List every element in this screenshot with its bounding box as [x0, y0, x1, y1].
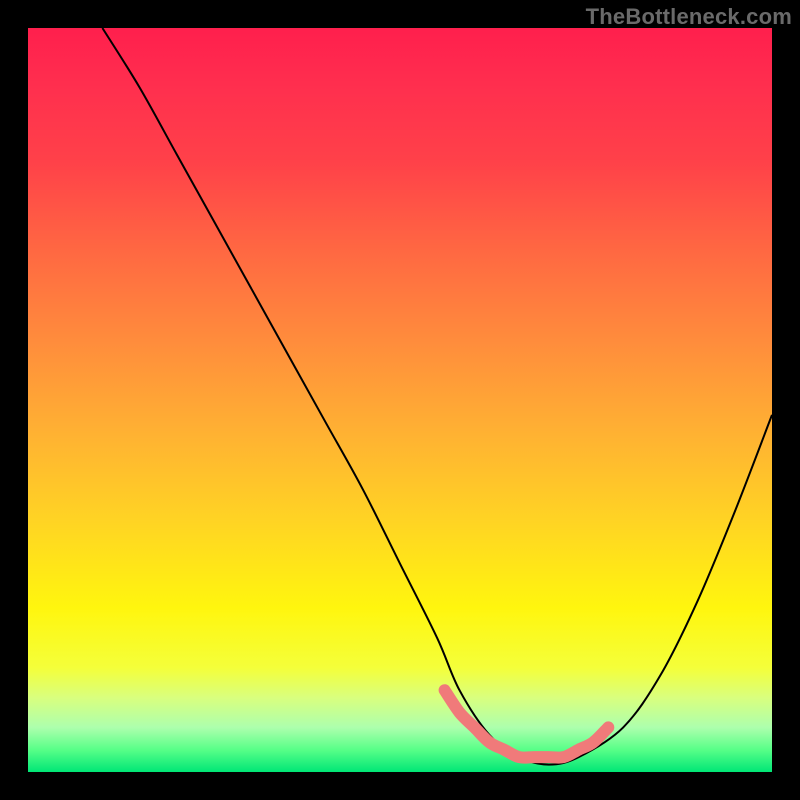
- watermark-text: TheBottleneck.com: [586, 4, 792, 30]
- series-bottleneck-curve: [102, 28, 772, 765]
- series-valley-highlight: [445, 690, 609, 757]
- plot-area: [28, 28, 772, 772]
- chart-frame: TheBottleneck.com: [0, 0, 800, 800]
- curve-svg: [28, 28, 772, 772]
